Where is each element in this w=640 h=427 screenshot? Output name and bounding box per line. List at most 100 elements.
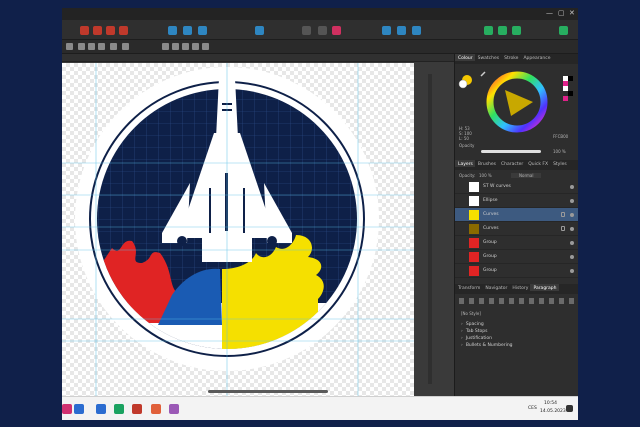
clock-time[interactable]: 10:54: [544, 401, 557, 406]
boolean-add-icon[interactable]: [382, 26, 391, 35]
minimize-icon[interactable]: —: [546, 9, 553, 17]
tab-character[interactable]: Character: [498, 160, 525, 167]
taskbar-app-icon[interactable]: [132, 404, 142, 414]
layer-name: ST W curves: [483, 184, 511, 189]
snapping-icon[interactable]: [255, 26, 264, 35]
layer-row[interactable]: Group: [455, 236, 578, 250]
context-tool-icon[interactable]: [88, 43, 95, 50]
l-value: L: 50: [459, 136, 469, 141]
context-tool-icon[interactable]: [172, 43, 179, 50]
tab-paragraph[interactable]: Paragraph: [530, 284, 559, 291]
maximize-icon[interactable]: ▢: [558, 9, 565, 17]
arrange-icon[interactable]: [198, 26, 207, 35]
taskbar-app-icon[interactable]: [74, 404, 84, 414]
section-tab-stops[interactable]: Tab Stops: [461, 329, 488, 334]
visibility-icon[interactable]: [570, 227, 574, 231]
taskbar-app-icon[interactable]: [151, 404, 161, 414]
insert-after-icon[interactable]: [498, 26, 507, 35]
layer-row[interactable]: Curves: [455, 222, 578, 236]
visibility-icon[interactable]: [570, 185, 574, 189]
visibility-icon[interactable]: [570, 213, 574, 217]
visibility-icon[interactable]: [570, 199, 574, 203]
horizontal-scrollbar[interactable]: [208, 390, 328, 393]
persona-export-icon[interactable]: [106, 26, 115, 35]
paragraph-style[interactable]: [No Style]: [461, 311, 481, 316]
hex-value[interactable]: FFCB00: [553, 134, 568, 139]
tab-stroke[interactable]: Stroke: [501, 54, 520, 61]
tab-colour[interactable]: Colour: [455, 54, 475, 61]
taskbar-app-icon[interactable]: [169, 404, 179, 414]
main-toolbar: [62, 20, 578, 40]
layer-thumbnail: [469, 196, 479, 206]
tab-appearance[interactable]: Appearance: [520, 54, 552, 61]
context-tool-icon[interactable]: [162, 43, 169, 50]
layer-row[interactable]: Group: [455, 250, 578, 264]
layer-thumbnail: [469, 210, 479, 220]
blend-mode-select[interactable]: Normal: [511, 173, 542, 178]
drive-icon[interactable]: [114, 404, 124, 414]
lock-icon[interactable]: [561, 212, 565, 217]
tab-brushes[interactable]: Brushes: [475, 160, 498, 167]
section-bullets-numbering[interactable]: Bullets & Numbering: [461, 343, 513, 348]
user-account-icon[interactable]: [559, 26, 568, 35]
tab-styles[interactable]: Styles: [550, 160, 569, 167]
taskbar-app-icon[interactable]: [96, 404, 106, 414]
tab-swatches[interactable]: Swatches: [475, 54, 502, 61]
opacity-slider[interactable]: [481, 150, 541, 153]
persona-designer-icon[interactable]: [80, 26, 89, 35]
colour-triangle[interactable]: [505, 90, 533, 116]
pink-tool-icon[interactable]: [332, 26, 341, 35]
layer-name: Group: [483, 254, 497, 259]
align-icon[interactable]: [168, 26, 177, 35]
context-tool-icon[interactable]: [98, 43, 105, 50]
studio-panel: Colour Swatches Stroke Appearance H: 53 …: [454, 54, 578, 396]
boolean-subtract-icon[interactable]: [397, 26, 406, 35]
transform-icon[interactable]: [183, 26, 192, 35]
opacity-value[interactable]: 100 %: [553, 149, 566, 154]
context-tool-icon[interactable]: [78, 43, 85, 50]
tab-navigator[interactable]: Navigator: [482, 284, 509, 291]
layer-row[interactable]: Group: [455, 264, 578, 278]
mission-patch-artwork[interactable]: [62, 63, 414, 396]
layer-row[interactable]: Ellipse: [455, 194, 578, 208]
visibility-icon[interactable]: [570, 269, 574, 273]
context-tool-icon[interactable]: [110, 43, 117, 50]
app-screen: — ▢ ✕ Colour Swatches Stroke Appearance …: [62, 8, 578, 420]
section-justification[interactable]: Justification: [461, 336, 492, 341]
visibility-icon[interactable]: [570, 241, 574, 245]
insert-icon[interactable]: [484, 26, 493, 35]
tab-quick-fx[interactable]: Quick FX: [525, 160, 550, 167]
vertical-scrollbar[interactable]: [428, 74, 432, 384]
language-indicator[interactable]: CES: [528, 406, 537, 411]
canvas-area[interactable]: [62, 54, 454, 396]
clock-date[interactable]: 14.05.2023: [540, 409, 566, 414]
taskbar-app-icon[interactable]: [62, 404, 72, 414]
context-tool-icon[interactable]: [66, 43, 73, 50]
boolean-intersect-icon[interactable]: [412, 26, 421, 35]
tab-transform[interactable]: Transform: [455, 284, 482, 291]
layer-row[interactable]: ST W curves: [455, 180, 578, 194]
persona-publisher-icon[interactable]: [119, 26, 128, 35]
lock-icon[interactable]: [561, 226, 565, 231]
colour-wheel-widget[interactable]: [455, 64, 578, 142]
tab-layers[interactable]: Layers: [455, 160, 475, 167]
visibility-icon[interactable]: [570, 255, 574, 259]
artboard[interactable]: [62, 63, 414, 396]
section-spacing[interactable]: Spacing: [461, 322, 484, 327]
layer-row[interactable]: Curves: [455, 208, 578, 222]
close-icon[interactable]: ✕: [569, 9, 575, 17]
context-tool-icon[interactable]: [182, 43, 189, 50]
context-tool-icon[interactable]: [192, 43, 199, 50]
layer-thumbnail: [469, 224, 479, 234]
layer-opacity-value[interactable]: 100 %: [479, 173, 492, 178]
context-tool-icon[interactable]: [202, 43, 209, 50]
persona-pixel-icon[interactable]: [93, 26, 102, 35]
context-tool-icon[interactable]: [122, 43, 129, 50]
paragraph-alignment-buttons[interactable]: [459, 298, 575, 304]
layer-name: Ellipse: [483, 198, 498, 203]
tab-history[interactable]: History: [509, 284, 530, 291]
pen-options-icon[interactable]: [318, 26, 327, 35]
notification-icon[interactable]: [566, 405, 573, 412]
node-tool-icon[interactable]: [302, 26, 311, 35]
insert-before-icon[interactable]: [512, 26, 521, 35]
